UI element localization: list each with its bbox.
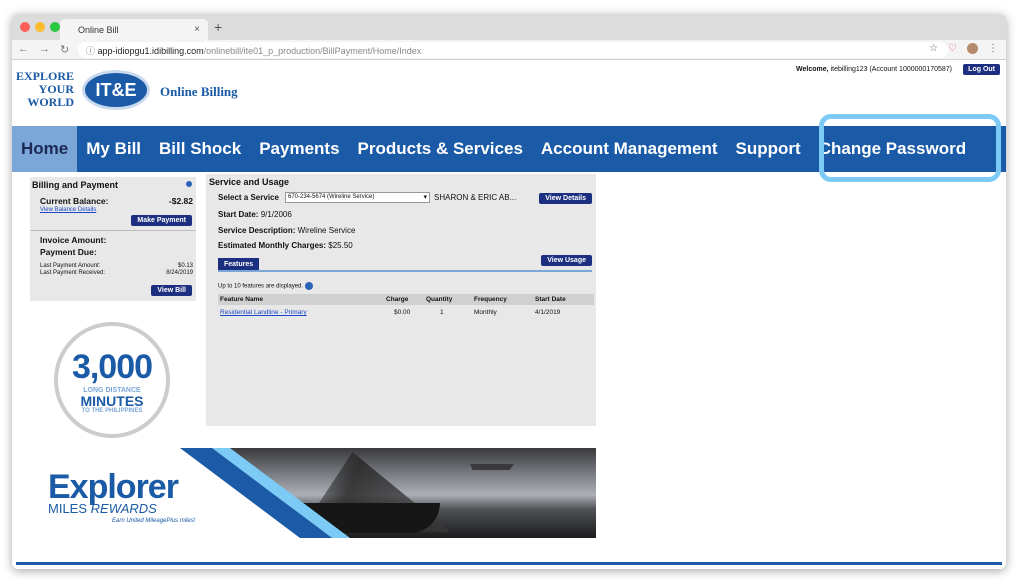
site-logo-text[interactable]: EXPLORE YOUR WORLD xyxy=(16,70,74,109)
logo-line: WORLD xyxy=(27,95,74,109)
company-logo[interactable]: IT&E xyxy=(82,70,150,110)
features-table: Feature Name Charge Quantity Frequency S… xyxy=(218,294,594,319)
table-header: Feature Name Charge Quantity Frequency S… xyxy=(218,294,594,305)
nav-account-management[interactable]: Account Management xyxy=(532,126,727,172)
feature-link[interactable]: Residential Landline - Primary xyxy=(220,309,307,316)
url-host: app-idiopgu1.idibilling.com xyxy=(97,46,204,56)
features-note: Up to 10 features are displayed. xyxy=(218,282,313,290)
nav-my-bill[interactable]: My Bill xyxy=(77,126,150,172)
banner-rewards: REWARDS xyxy=(90,501,157,516)
forward-icon[interactable]: → xyxy=(39,43,50,56)
info-icon[interactable] xyxy=(186,181,192,187)
selected-service: 670-234-5674 (Wireline Service) xyxy=(288,194,375,200)
banner-miles: MILES xyxy=(48,501,88,516)
chevron-down-icon: ▾ xyxy=(423,194,427,201)
service-title: Service and Usage xyxy=(209,177,290,187)
column-header: Feature Name xyxy=(220,296,263,303)
tab-bar: Online Bill × + xyxy=(12,14,1006,40)
window-controls xyxy=(20,22,60,32)
service-usage-panel: Service and Usage Select a Service 670-2… xyxy=(206,174,596,426)
maximize-window-icon[interactable] xyxy=(50,22,60,32)
view-details-button[interactable]: View Details xyxy=(539,193,592,204)
account-info: itebilling123 (Account 1000000170587) xyxy=(830,66,952,73)
charges-label: Estimated Monthly Charges: xyxy=(218,241,327,250)
banner-earn-text: Earn United MileagePlus miles! xyxy=(112,518,196,524)
make-payment-button[interactable]: Make Payment xyxy=(131,215,192,226)
charge-cell: $0.00 xyxy=(394,309,411,316)
menu-icon[interactable]: ⋮ xyxy=(988,43,998,54)
column-header: Charge xyxy=(386,296,409,303)
divider xyxy=(30,230,196,231)
back-icon[interactable]: ← xyxy=(18,43,29,56)
main-content: Billing and Payment Current Balance: -$2… xyxy=(12,172,1006,569)
column-header: Quantity xyxy=(426,296,453,303)
reload-icon[interactable]: ↻ xyxy=(60,43,69,56)
info-icon[interactable]: ⓘ xyxy=(86,46,98,56)
nav-home[interactable]: Home xyxy=(12,126,78,172)
nav-buttons: ← → ↻ xyxy=(18,43,69,56)
minimize-window-icon[interactable] xyxy=(35,22,45,32)
column-header: Frequency xyxy=(474,296,507,303)
promo-line3: TO THE PHILIPPINES xyxy=(81,408,143,414)
start-date-cell: 4/1/2019 xyxy=(535,309,561,316)
browser-window: Online Bill × + ← → ↻ ⓘ app-idiopgu1.idi… xyxy=(12,14,1006,569)
start-date-label: Start Date: xyxy=(218,210,259,219)
tab-title: Online Bill xyxy=(78,25,119,35)
invoice-amount-label: Invoice Amount: xyxy=(40,235,107,245)
start-date-value: 9/1/2006 xyxy=(260,210,292,219)
close-window-icon[interactable] xyxy=(20,22,30,32)
toolbar-actions: ☆ ♡ ⋮ xyxy=(929,43,998,54)
footer-divider xyxy=(16,562,1002,565)
profile-avatar[interactable] xyxy=(967,43,978,54)
nav-support[interactable]: Support xyxy=(727,126,810,172)
view-usage-button[interactable]: View Usage xyxy=(541,255,592,266)
select-service-label: Select a Service xyxy=(218,193,279,202)
nav-payments[interactable]: Payments xyxy=(250,126,348,172)
browser-tab[interactable]: Online Bill × xyxy=(60,19,208,40)
frequency-cell: Monthly xyxy=(474,309,497,316)
nav-bill-shock[interactable]: Bill Shock xyxy=(150,126,250,172)
service-select[interactable]: 670-234-5674 (Wireline Service) ▾ xyxy=(285,192,430,203)
billing-title: Billing and Payment xyxy=(32,180,119,190)
description-label: Service Description: xyxy=(218,226,296,235)
browser-toolbar: ← → ↻ ⓘ app-idiopgu1.idibilling.com/onli… xyxy=(12,40,1006,60)
table-row: Residential Landline - Primary $0.00 1 M… xyxy=(218,305,594,319)
last-payment-amount-label: Last Payment Amount: xyxy=(40,263,101,269)
address-bar[interactable]: ⓘ app-idiopgu1.idibilling.com/onlinebill… xyxy=(78,42,948,58)
info-icon[interactable] xyxy=(304,282,313,290)
heart-icon[interactable]: ♡ xyxy=(948,43,957,54)
customer-name: SHARON & ERIC AB... xyxy=(434,193,517,202)
last-payment-received-value: 8/24/2019 xyxy=(166,270,193,276)
new-tab-button[interactable]: + xyxy=(214,19,222,35)
banner-subtitle: MILES REWARDS xyxy=(48,501,157,516)
brand-title: Online Billing xyxy=(160,84,238,99)
last-payment-received-label: Last Payment Received: xyxy=(40,270,106,276)
charges-value: $25.50 xyxy=(328,241,353,250)
current-balance-label: Current Balance: xyxy=(40,196,109,206)
tab-close-icon[interactable]: × xyxy=(194,24,200,35)
promo-number: 3,000 xyxy=(71,348,153,386)
welcome-text: Welcome, itebilling123 (Account 10000001… xyxy=(796,66,952,73)
payment-due-label: Payment Due: xyxy=(40,247,97,257)
url-path: /onlinebill/ite01_p_production/BillPayme… xyxy=(203,46,422,56)
features-note-text: Up to 10 features are displayed. xyxy=(218,283,304,290)
view-bill-button[interactable]: View Bill xyxy=(151,285,192,296)
tab-underline xyxy=(218,270,592,272)
current-balance-value: -$2.82 xyxy=(168,196,193,206)
billing-payment-panel: Billing and Payment Current Balance: -$2… xyxy=(30,177,196,301)
logout-button[interactable]: Log Out xyxy=(963,64,1000,75)
nav-products-services[interactable]: Products & Services xyxy=(349,126,532,172)
quantity-cell: 1 xyxy=(440,309,444,316)
promo-line2: MINUTES xyxy=(80,393,144,409)
description-value: Wireline Service xyxy=(297,226,356,235)
bookmark-star-icon[interactable]: ☆ xyxy=(929,43,938,54)
last-payment-amount-value: $0.13 xyxy=(177,263,193,269)
view-balance-details-link[interactable]: View Balance Details xyxy=(40,207,96,213)
column-header: Start Date xyxy=(535,296,566,303)
explorer-rewards-banner[interactable]: Explorer MILES REWARDS Earn United Milea… xyxy=(30,448,596,538)
promo-badge[interactable]: 3,000 LONG DISTANCE MINUTES TO THE PHILI… xyxy=(54,322,170,438)
welcome-prefix: Welcome, xyxy=(796,66,829,73)
